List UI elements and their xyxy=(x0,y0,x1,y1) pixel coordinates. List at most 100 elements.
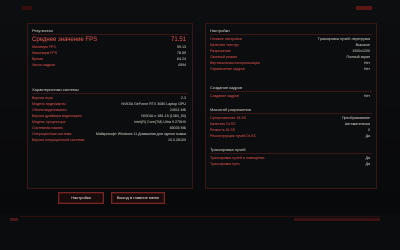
row-value: Intel(R) Core(TM) Ultra 9 275HX xyxy=(134,120,186,124)
row-value: Да xyxy=(365,156,370,160)
bottom-divider xyxy=(20,216,380,217)
row-label: Модель процессора xyxy=(32,120,66,124)
row-value: Трассировка лучей: перегрузка xyxy=(317,37,370,41)
row-label: Вертикальная синхронизация xyxy=(210,61,260,65)
row-label: Операционная система xyxy=(32,132,72,136)
fg-row-frame-gen: Создание кадров Нет xyxy=(210,94,370,98)
row-value: 1920x1200 xyxy=(352,49,370,53)
frame-gen-divider xyxy=(210,91,372,92)
row-label: Ограничение кадров xyxy=(210,67,245,71)
row-value: Полный экран xyxy=(346,55,370,59)
row-value: NVIDIA v. 581.15 (1360_50) xyxy=(141,114,186,118)
row-label: Разрешение xyxy=(210,49,231,53)
avg-fps-value: 71.51 xyxy=(170,37,186,43)
results-divider xyxy=(32,34,188,35)
min-fps-row: Минимум FPS 59.13 xyxy=(32,45,186,49)
row-value: 24011 МБ xyxy=(169,108,186,112)
sc-row-ray-reconstruction: Реконструкция лучей DLSS Да xyxy=(210,134,370,138)
settings-button[interactable]: Настройки xyxy=(58,192,104,204)
row-label: Оконный режим xyxy=(210,55,237,59)
rt-row-lighting: Трассировка лучей в освещении Да xyxy=(210,156,370,160)
row-value: 65035 МБ xyxy=(169,126,186,130)
set-row-textures: Качество текстур Высокое xyxy=(210,43,370,47)
results-title: Результаты xyxy=(32,28,54,33)
sys-row-cpu: Модель процессора Intel(R) Core(TM) Ultr… xyxy=(32,120,186,124)
frames-row: Число кадров 4594 xyxy=(32,63,186,67)
footer-decor-left xyxy=(10,218,18,221)
row-label: Версия драйвера видеокарты xyxy=(32,114,82,118)
sc-row-dlss-sharpness: Резкость DLSS 0 xyxy=(210,128,370,132)
sys-row-os-version: Версия операционной системы 10.0.26100 xyxy=(32,138,186,142)
row-label: Суперсэмплинг DLSS xyxy=(210,116,247,120)
row-label: Время xyxy=(32,57,43,61)
row-label: Трассировка пути xyxy=(210,162,240,166)
sys-row-ram: Системная память 65035 МБ xyxy=(32,126,186,130)
row-label: Трассировка лучей в освещении xyxy=(210,156,265,160)
row-value: Нет xyxy=(363,61,370,65)
settings-panel: Настройки Готовые настройки Трассировка … xyxy=(205,23,377,189)
sys-row-game-version: Версия игры 2.3 xyxy=(32,96,186,100)
set-row-window-mode: Оконный режим Полный экран xyxy=(210,55,370,59)
sys-row-driver: Версия драйвера видеокарты NVIDIA v. 581… xyxy=(32,114,186,118)
row-label: Минимум FPS xyxy=(32,45,56,49)
system-title: Характеристики системы xyxy=(32,87,79,92)
row-label: Объем видеопамяти xyxy=(32,108,67,112)
sys-row-vram: Объем видеопамяти 24011 МБ xyxy=(32,108,186,112)
frame-gen-title: Создание кадров xyxy=(210,85,243,90)
raytracing-divider xyxy=(210,153,372,154)
footer-decor-right xyxy=(294,218,380,221)
row-value: Преобразование xyxy=(341,116,370,120)
row-value: 4594 xyxy=(178,63,186,67)
row-label: Модель видеокарты xyxy=(32,102,66,106)
avg-fps-row: Среднее значение FPS 71.51 xyxy=(32,37,186,43)
benchmark-results-screen: Результаты Среднее значение FPS 71.51 Ми… xyxy=(0,0,400,250)
row-value: 78.59 xyxy=(177,51,186,55)
results-panel: Результаты Среднее значение FPS 71.51 Ми… xyxy=(27,23,193,189)
sc-row-dlss: Суперсэмплинг DLSS Преобразование xyxy=(210,116,370,120)
row-value: Нет xyxy=(363,94,370,98)
rt-row-path-tracing: Трассировка пути Да xyxy=(210,162,370,166)
decor-mark-top-left xyxy=(22,6,32,10)
settings-title: Настройки xyxy=(210,28,230,33)
row-value: Да xyxy=(365,134,370,138)
row-value: 2.3 xyxy=(181,96,186,100)
row-label: Качество DLSS xyxy=(210,122,236,126)
settings-divider xyxy=(210,34,372,35)
set-row-preset: Готовые настройки Трассировка лучей: пер… xyxy=(210,37,370,41)
sc-row-dlss-quality: Качество DLSS Автоматически xyxy=(210,122,370,126)
decor-mark-top-right xyxy=(356,6,372,10)
avg-fps-label: Среднее значение FPS xyxy=(32,37,98,43)
row-label: Версия игры xyxy=(32,96,54,100)
sys-row-gpu: Модель видеокарты NVIDIA GeForce RTX 308… xyxy=(32,102,186,106)
row-value: Майкрософт Windows 11 Домашняя для одног… xyxy=(95,132,186,136)
row-value: Высокое xyxy=(355,43,370,47)
raytracing-title: Трассировка лучей xyxy=(210,147,246,152)
exit-to-main-menu-button[interactable]: Выход в главное меню xyxy=(111,192,165,204)
row-value: Автоматически xyxy=(344,122,370,126)
row-value: 59.13 xyxy=(177,45,186,49)
scaling-title: Масштаб разрешения xyxy=(210,107,251,112)
row-label: Реконструкция лучей DLSS xyxy=(210,134,256,138)
row-value: NVIDIA GeForce RTX 3080 Laptop GPU xyxy=(121,102,186,106)
set-row-resolution: Разрешение 1920x1200 xyxy=(210,49,370,53)
row-value: Да xyxy=(365,162,370,166)
row-value: 64.24 xyxy=(177,57,186,61)
scaling-divider xyxy=(210,113,372,114)
row-label: Качество текстур xyxy=(210,43,239,47)
system-divider xyxy=(32,93,188,94)
row-value: Нет xyxy=(363,67,370,71)
max-fps-row: Максимум FPS 78.59 xyxy=(32,51,186,55)
row-label: Готовые настройки xyxy=(210,37,242,41)
row-label: Резкость DLSS xyxy=(210,128,236,132)
row-label: Версия операционной системы xyxy=(32,138,85,142)
set-row-vsync: Вертикальная синхронизация Нет xyxy=(210,61,370,65)
row-label: Максимум FPS xyxy=(32,51,58,55)
row-label: Число кадров xyxy=(32,63,55,67)
sys-row-os: Операционная система Майкрософт Windows … xyxy=(32,132,186,136)
row-value: 10.0.26100 xyxy=(168,138,186,142)
row-value: 0 xyxy=(368,128,370,132)
set-row-frame-limit: Ограничение кадров Нет xyxy=(210,67,370,71)
row-label: Создание кадров xyxy=(210,94,239,98)
row-label: Системная память xyxy=(32,126,64,130)
time-row: Время 64.24 xyxy=(32,57,186,61)
